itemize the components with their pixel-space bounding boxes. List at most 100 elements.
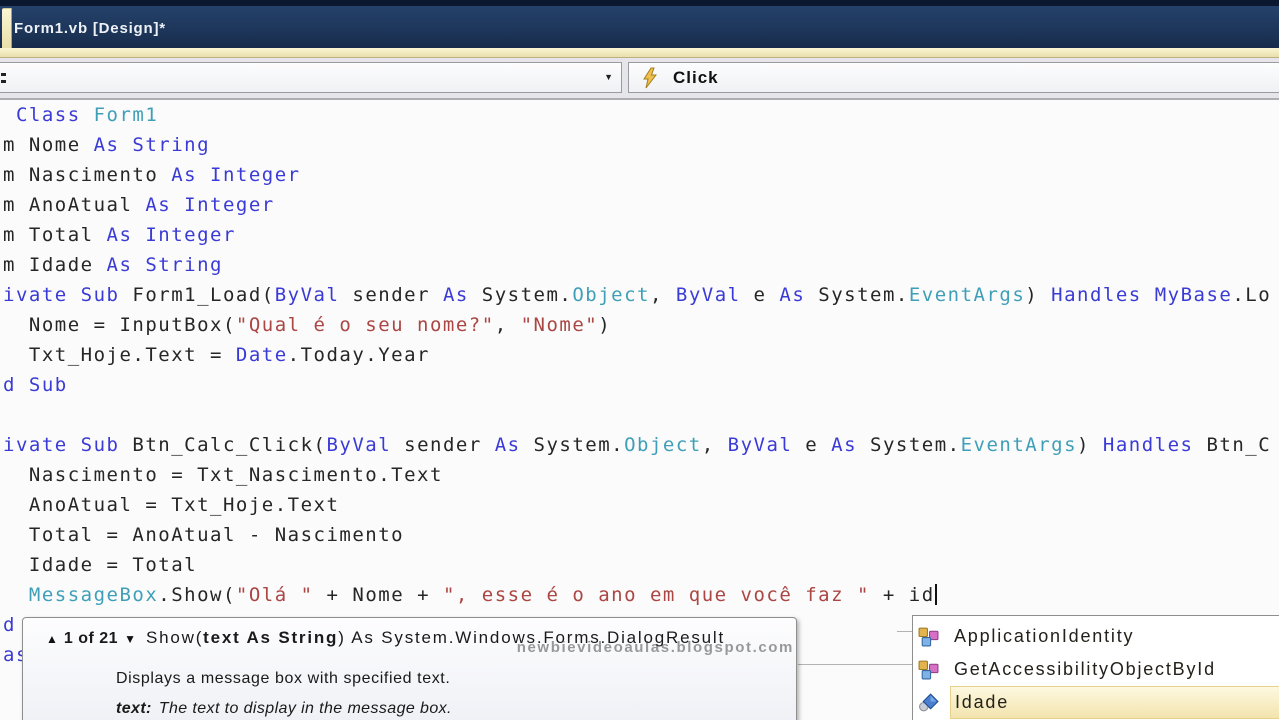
class-icon — [918, 659, 950, 681]
overload-prev-arrow-icon[interactable]: ▲ — [46, 632, 58, 646]
code-token: ByVal — [675, 284, 741, 306]
code-line: Nome = InputBox("Qual é o seu nome?", "N… — [3, 310, 1271, 340]
code-token: m Nascimento — [3, 164, 172, 186]
code-content: Class Form1 m Nome As String m Nascimento … — [3, 100, 1271, 670]
parameter-name: text: — [116, 700, 152, 717]
completion-item-label: GetAccessibilityObjectById — [954, 659, 1216, 679]
code-token: Date — [235, 344, 288, 366]
tab-form1-design[interactable]: Form1.vb [Design]* — [14, 8, 166, 48]
code-token: sender — [339, 284, 443, 306]
intellisense-completion-list: ApplicationIdentity GetAccessibilityObjec… — [912, 615, 1279, 720]
vs-editor-window: Form1.vb [Design]* ▼ Click Class Form1 m … — [0, 0, 1279, 720]
code-token: As Integer — [171, 164, 301, 186]
code-token: Total = AnoAtual - Nascimento — [3, 524, 405, 546]
code-line: AnoAtual = Txt_Hoje.Text — [3, 490, 1271, 520]
code-token: .Lo — [1232, 284, 1272, 306]
event-combo[interactable]: Click — [628, 62, 1279, 93]
code-token: + id — [869, 584, 935, 606]
code-token: .Show( — [158, 584, 236, 606]
code-line: m Nome As String — [3, 130, 1271, 160]
code-token: As String — [106, 254, 223, 276]
code-token: As Integer — [145, 194, 275, 216]
code-token: Handles — [1051, 284, 1142, 306]
code-token: , — [494, 314, 521, 336]
ui-artifact-line — [798, 664, 912, 665]
code-line: m Nascimento As Integer — [3, 160, 1271, 190]
overload-next-arrow-icon[interactable]: ▼ — [124, 632, 136, 646]
editor-navigation-bar: ▼ Click — [0, 58, 1279, 100]
code-token: System. — [805, 284, 909, 306]
completion-item-label: Idade — [950, 686, 1279, 719]
code-line: Class Form1 — [3, 100, 1271, 130]
code-token: As — [831, 434, 858, 456]
tab-bar-top-edge — [0, 0, 1279, 6]
signature-prefix: Show( — [145, 628, 204, 647]
code-token: As — [442, 284, 469, 306]
code-token: Txt_Hoje.Text = — [3, 344, 236, 366]
code-line: ivate Sub Btn_Calc_Click(ByVal sender As… — [3, 430, 1271, 460]
code-token: Btn_C — [1193, 434, 1272, 456]
code-token: System. — [857, 434, 961, 456]
code-token: ByVal — [326, 434, 392, 456]
code-token: ) — [1077, 434, 1103, 456]
code-token: ivate Sub — [3, 434, 120, 456]
chevron-down-icon[interactable]: ▼ — [604, 72, 613, 82]
code-line: Nascimento = Txt_Nascimento.Text — [3, 460, 1271, 490]
code-token: , — [701, 434, 728, 456]
code-token: .Today.Year — [287, 344, 431, 366]
code-line: d Sub — [3, 370, 1271, 400]
code-token: Form1 — [93, 104, 159, 126]
signature-current-param: text As String — [203, 628, 339, 647]
code-line: m Idade As String — [3, 250, 1271, 280]
active-tab-accent-bar — [0, 48, 1279, 58]
code-line: m AnoAtual As Integer — [3, 190, 1271, 220]
code-line: Txt_Hoje.Text = Date.Today.Year — [3, 340, 1271, 370]
parameter-description: text: The text to display in the message … — [116, 700, 796, 718]
completion-item[interactable]: ApplicationIdentity — [913, 620, 1279, 653]
code-token: m AnoAtual — [3, 194, 146, 216]
scope-combo-clipped-text — [1, 72, 6, 85]
code-token: ivate Sub — [3, 284, 120, 306]
code-token: e — [740, 284, 780, 306]
code-line: ivate Sub Form1_Load(ByVal sender As Sys… — [3, 280, 1271, 310]
code-token: ByVal — [274, 284, 340, 306]
code-token: ByVal — [727, 434, 793, 456]
code-token: d Sub — [3, 374, 68, 396]
code-token: Btn_Calc_Click( — [119, 434, 327, 456]
code-token: AnoAtual = Txt_Hoje.Text — [3, 494, 340, 516]
code-token: EventArgs — [908, 284, 1026, 306]
code-token: Class — [15, 104, 81, 126]
method-description: Displays a message box with specified te… — [116, 670, 451, 687]
code-token: System. — [520, 434, 625, 456]
watermark-text: newbievideoaulas.blogspot.com — [516, 639, 794, 656]
code-line: Idade = Total — [3, 550, 1271, 580]
code-token: Object — [624, 434, 702, 456]
completion-item-label: ApplicationIdentity — [954, 626, 1135, 646]
ui-artifact-line — [897, 631, 912, 632]
completion-item[interactable]: Idade — [913, 686, 1279, 719]
tab-title: Form1.vb [Design]* — [14, 19, 166, 37]
scope-combo[interactable]: ▼ — [0, 62, 622, 93]
code-token: Nascimento = Txt_Nascimento.Text — [3, 464, 443, 486]
text-caret — [934, 584, 937, 605]
code-token: e — [792, 434, 832, 456]
code-token: ", esse é o ano em que você faz " — [442, 584, 870, 606]
code-token: sender — [391, 434, 495, 456]
class-icon — [918, 626, 950, 648]
parameter-info-tooltip: ▲ 1 of 21 ▼ Show(text As String) As System.… — [22, 617, 797, 720]
private-field-icon — [918, 692, 950, 714]
code-line: MessageBox.Show("Olá " + Nome + ", esse … — [3, 580, 1271, 610]
code-token: MyBase — [1154, 284, 1233, 306]
code-token: MessageBox — [28, 584, 159, 606]
code-token: "Qual é o seu nome?" — [235, 314, 495, 336]
adjacent-active-tab-edge[interactable] — [2, 8, 12, 49]
completion-item[interactable]: GetAccessibilityObjectById — [913, 653, 1279, 686]
code-token: ) — [1025, 284, 1052, 306]
code-token: Form1_Load( — [119, 284, 275, 306]
code-token: Nome = InputBox( — [3, 314, 236, 336]
code-token: m Idade — [3, 254, 107, 276]
